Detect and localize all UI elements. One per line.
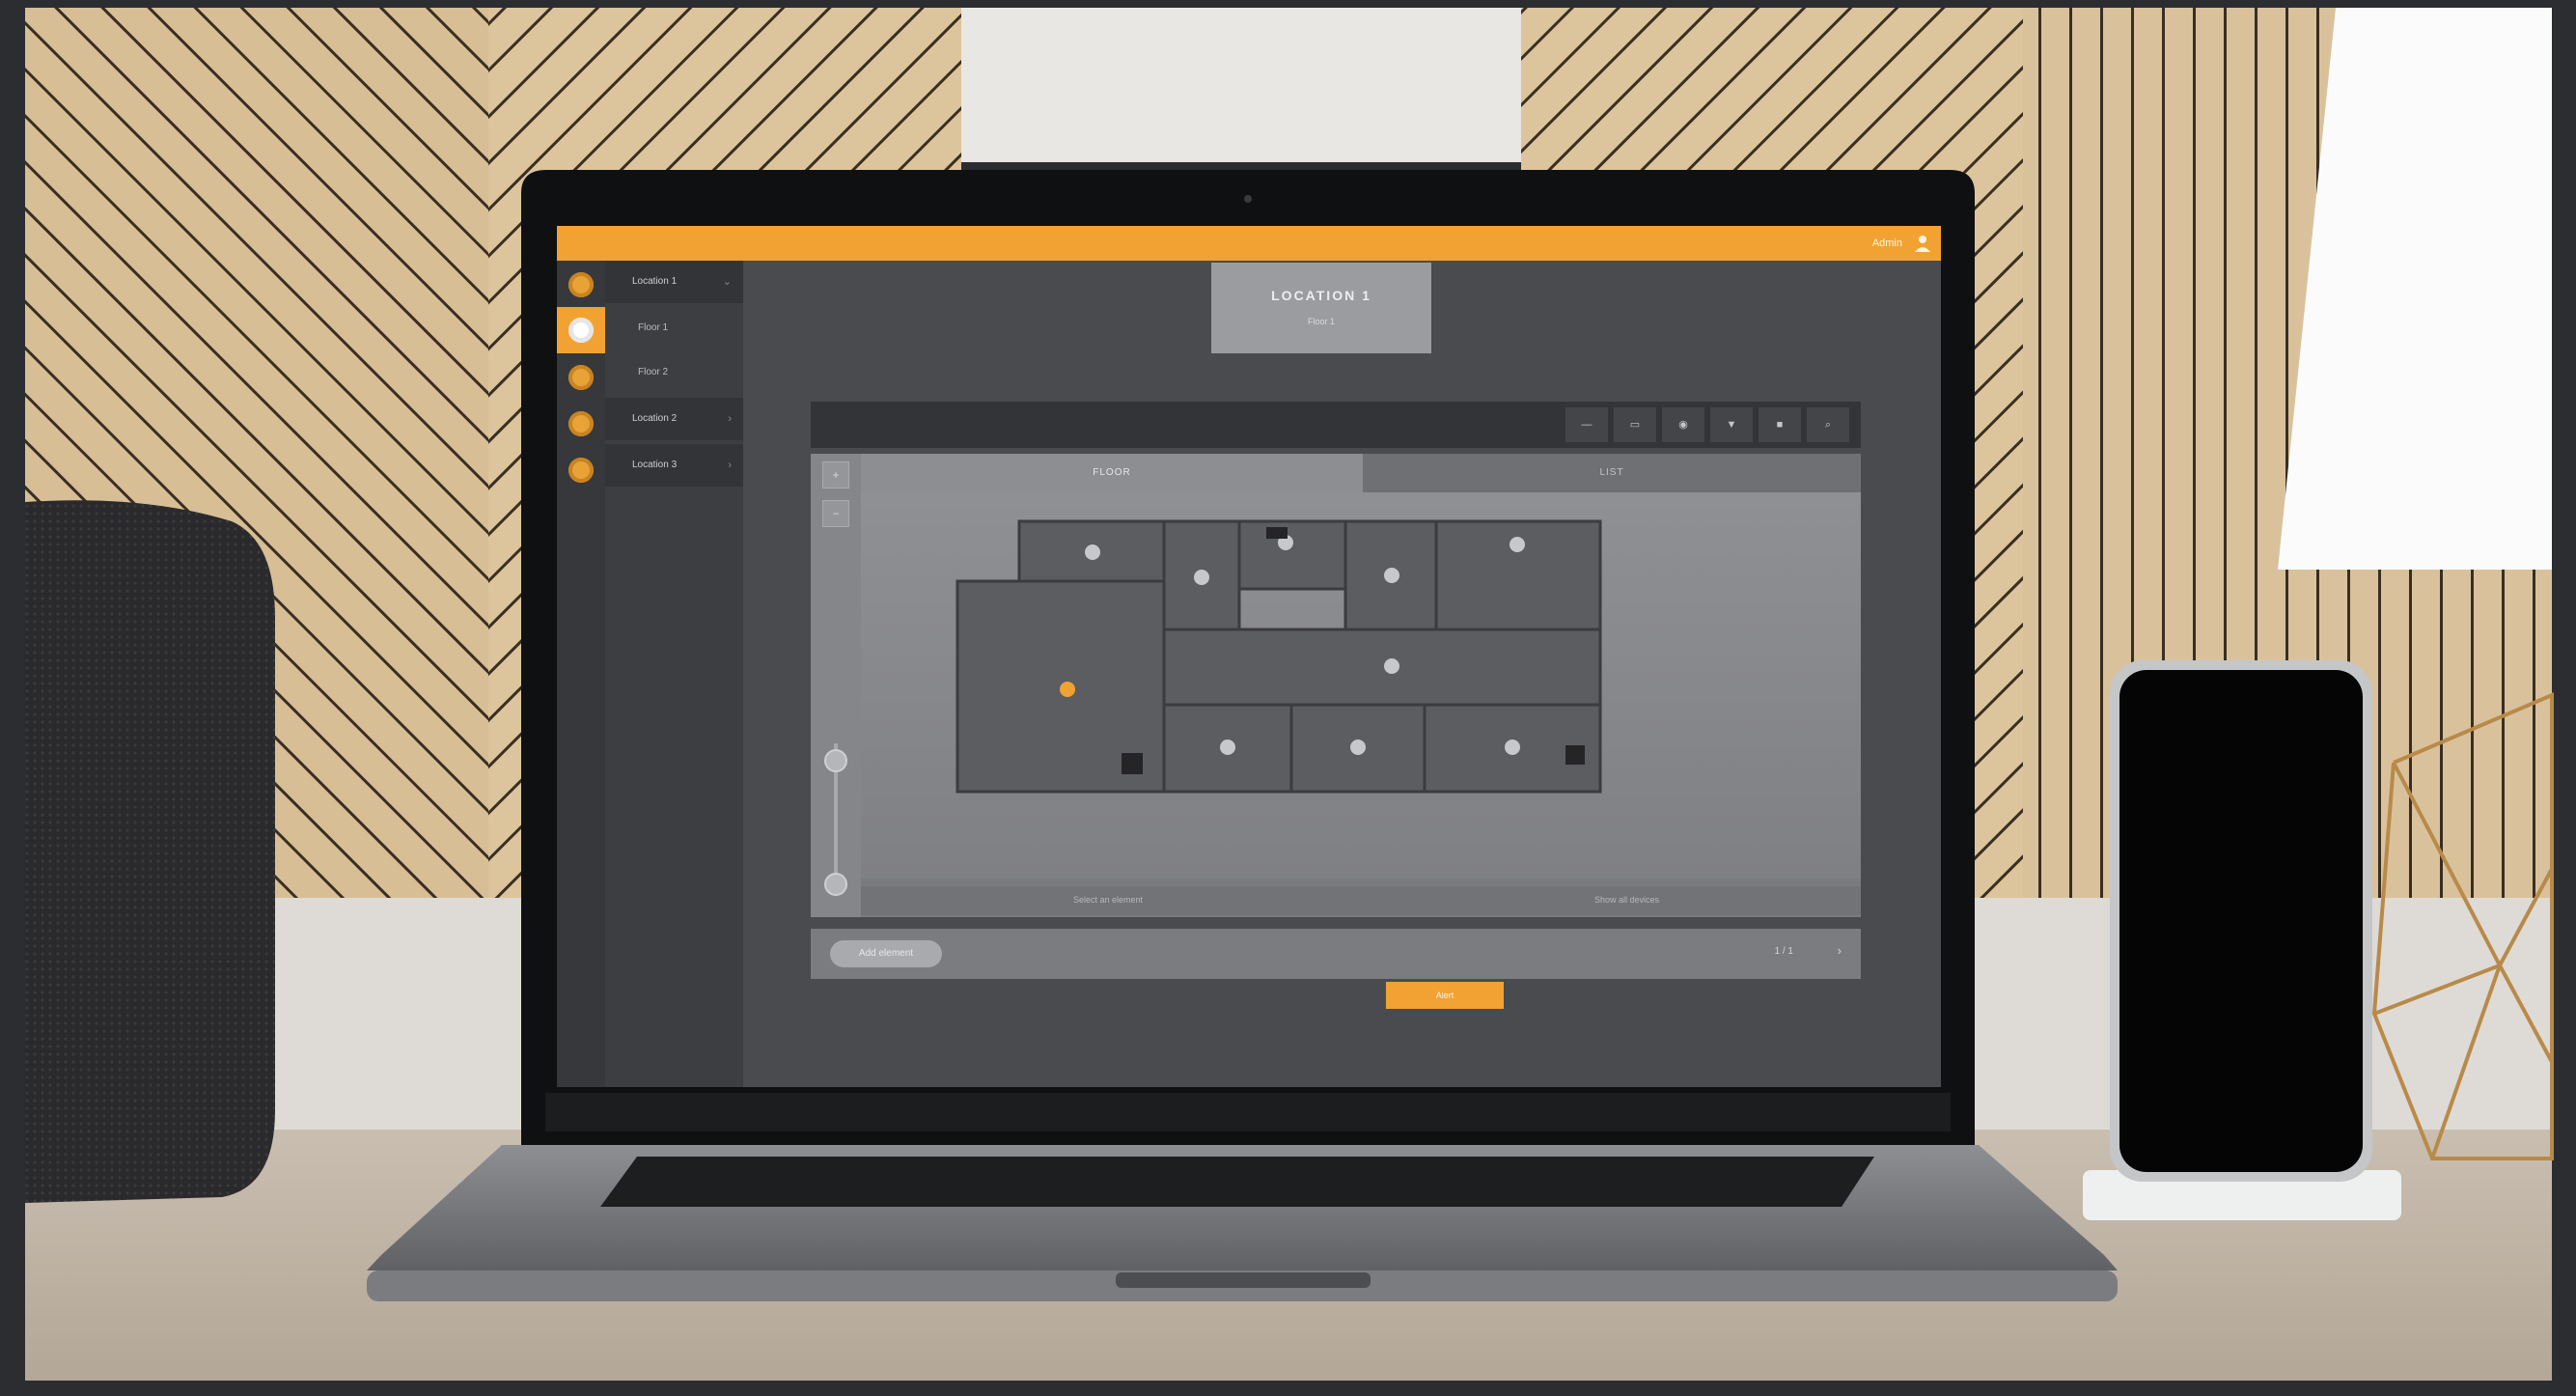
- zoom-rail: + −: [811, 454, 861, 917]
- nav-item-label: Location 3: [632, 460, 678, 470]
- icon-rail: [557, 261, 605, 1087]
- location-subtitle: Floor 1: [1307, 317, 1335, 326]
- nav-item-location-1[interactable]: Location 1 ⌄: [605, 261, 743, 303]
- user-label[interactable]: Admin: [1872, 237, 1902, 249]
- search-button[interactable]: ⌕: [1807, 407, 1849, 442]
- nav-item-label: Location 2: [632, 413, 678, 424]
- nav-item-location-3[interactable]: Location 3 ›: [605, 444, 743, 487]
- footer-right-text[interactable]: Show all devices: [1594, 895, 1659, 905]
- zoom-out-button[interactable]: −: [822, 500, 849, 527]
- view-tabs: FLOOR LIST: [861, 454, 1861, 492]
- chevron-right-icon[interactable]: ›: [1838, 943, 1842, 958]
- tab-floor[interactable]: FLOOR: [861, 454, 1363, 492]
- floorplan-canvas[interactable]: [861, 492, 1861, 879]
- nav-item-label: Location 1: [632, 276, 678, 287]
- page-indicator: 1 / 1: [1774, 946, 1793, 957]
- chevron-right-icon: ›: [728, 413, 732, 425]
- location-icon[interactable]: [568, 458, 594, 483]
- user-icon[interactable]: [1914, 234, 1931, 253]
- nav-panel: Location 1 ⌄ Floor 1 Floor 2 Location 2 …: [605, 261, 743, 1087]
- location-icon[interactable]: [568, 411, 594, 436]
- floorplan: [956, 519, 1602, 794]
- filter-button[interactable]: ▼: [1710, 407, 1753, 442]
- toolbar: — ▭ ◉ ▼ ■ ⌕: [811, 402, 1861, 448]
- zoom-knob[interactable]: [824, 749, 847, 772]
- location-card: LOCATION 1 Floor 1: [1211, 263, 1431, 353]
- frame-button[interactable]: ▭: [1614, 407, 1656, 442]
- tab-list[interactable]: LIST: [1363, 454, 1861, 492]
- laptop-screen: Admin Location 1 ⌄ Floor 1 Floor 2 Locat…: [557, 226, 1941, 1087]
- nav-item-floor-1[interactable]: Floor 1: [605, 307, 743, 349]
- top-bar: Admin: [557, 226, 1941, 261]
- nav-item-label: Floor 1: [638, 322, 669, 333]
- zoom-in-button[interactable]: +: [822, 461, 849, 489]
- zoom-knob[interactable]: [824, 873, 847, 896]
- nav-item-label: Floor 2: [638, 367, 669, 377]
- stop-button[interactable]: ■: [1759, 407, 1801, 442]
- phone-screen: [2119, 670, 2363, 1172]
- location-icon[interactable]: [568, 272, 594, 297]
- location-icon[interactable]: [568, 365, 594, 390]
- alert-badge[interactable]: Alert: [1386, 982, 1504, 1009]
- viewer-footer: Select an element Show all devices: [861, 886, 1861, 915]
- nav-item-floor-2[interactable]: Floor 2: [605, 351, 743, 394]
- add-element-button[interactable]: Add element: [830, 940, 942, 967]
- target-button[interactable]: ◉: [1662, 407, 1704, 442]
- minimize-button[interactable]: —: [1565, 407, 1608, 442]
- floorplan-viewer: + − FLOOR LIST Alert Select an element S…: [811, 454, 1861, 1009]
- floor-icon: [568, 318, 594, 343]
- location-title: LOCATION 1: [1271, 288, 1371, 303]
- smart-speaker: [25, 500, 275, 1203]
- bottom-bar: Add element 1 / 1 ›: [811, 929, 1861, 979]
- chevron-right-icon: ›: [728, 460, 732, 471]
- nav-item-location-2[interactable]: Location 2 ›: [605, 398, 743, 440]
- chevron-down-icon: ⌄: [722, 276, 732, 288]
- footer-left-text: Select an element: [1073, 895, 1144, 905]
